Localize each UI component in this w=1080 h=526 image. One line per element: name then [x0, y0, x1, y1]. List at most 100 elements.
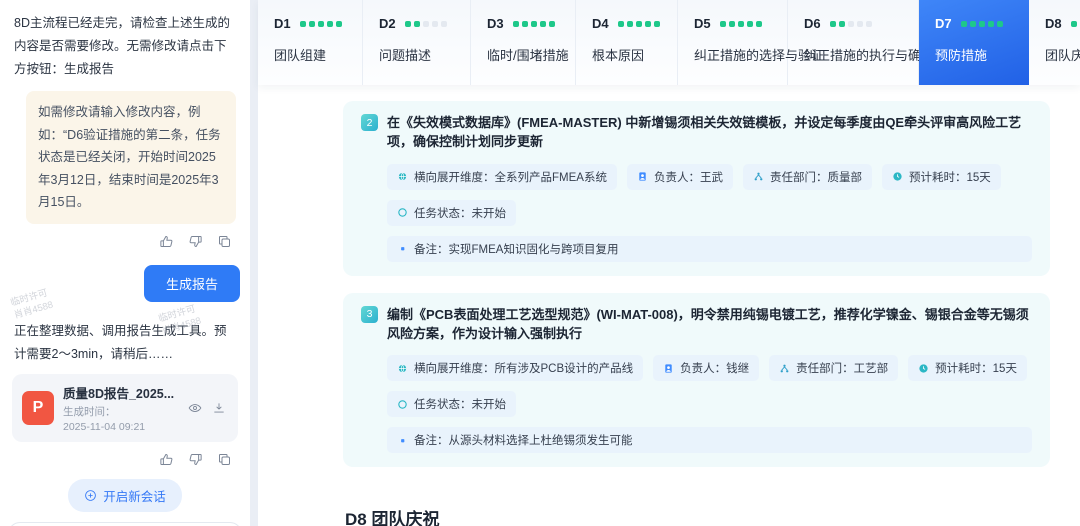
progress-dot: [413, 20, 420, 27]
task-title: 编制《PCB表面处理工艺选型规范》(WI-MAT-008)，明令禁用纯锡电镀工艺…: [387, 306, 1029, 341]
progress-dot: [299, 20, 306, 27]
progress-dots: [617, 20, 660, 27]
progress-dot: [719, 20, 726, 27]
report-file-card[interactable]: P 质量8D报告_2025... 生成时间： 2025-11-04 09:21: [12, 374, 238, 443]
app-window: 8D主流程已经走完，请检查上述生成的内容是否需要修改。无需修改请点击下方按钮：生…: [0, 0, 1080, 526]
progress-dot: [512, 20, 519, 27]
tab-id: D8: [1045, 16, 1062, 31]
progress-dots: [404, 20, 447, 27]
progress-dots: [829, 20, 872, 27]
progress-dot: [308, 20, 315, 27]
task-title: 在《失效模式数据库》(FMEA-MASTER) 中新增锡须相关失效链模板，并设定…: [387, 115, 1022, 149]
progress-dot: [530, 20, 537, 27]
department-icon: [779, 363, 790, 374]
content-area: 2 在《失效模式数据库》(FMEA-MASTER) 中新增锡须相关失效链模板，并…: [258, 85, 1080, 526]
assistant-message: 8D主流程已经走完，请检查上述生成的内容是否需要修改。无需修改请点击下方按钮：生…: [14, 16, 230, 77]
file-meta: 质量8D报告_2025... 生成时间： 2025-11-04 09:21: [63, 383, 179, 433]
generate-report-button[interactable]: 生成报告: [143, 264, 240, 302]
tag-text: 负责人：王武: [653, 171, 723, 184]
status-icon: [397, 399, 408, 410]
thumbs-up-icon[interactable]: [159, 234, 174, 249]
tag-row: 横向展开维度：所有涉及PCB设计的产品线 负责人：钱继 责任部门：工艺部 预计耗…: [387, 355, 1032, 418]
assistant-progress-message: 正在整理数据、调用报告生成工具。预计需要2～3min，请稍后……: [14, 323, 227, 361]
progress-dot: [737, 20, 744, 27]
tab-id: D6: [804, 16, 821, 31]
department-icon: [753, 171, 764, 182]
file-time-value: 2025-11-04 09:21: [63, 421, 146, 434]
progress-dot: [431, 20, 438, 27]
tab-label: 纠正措施的执行与确认: [804, 48, 935, 63]
progress-dot: [548, 20, 555, 27]
tab-d3[interactable]: D3 临时/围堵措施: [471, 0, 576, 85]
file-time-label: 生成时间：: [63, 406, 116, 419]
modification-hint-box: 如需修改请输入修改内容，例如：“D6验证措施的第二条，任务状态是已经关闭，开始时…: [26, 91, 236, 224]
progress-dot: [317, 20, 324, 27]
task-tag: 预计耗时：15天: [881, 163, 1001, 190]
tab-label: 根本原因: [592, 48, 645, 63]
task-note-tag: 备注：实现FMEA知识固化与跨项目复用: [387, 235, 1032, 262]
progress-dot: [865, 20, 872, 27]
task-card: 2 在《失效模式数据库》(FMEA-MASTER) 中新增锡须相关失效链模板，并…: [343, 101, 1050, 276]
tag-text: 预计耗时：15天: [908, 171, 991, 184]
thumbs-down-icon[interactable]: [188, 234, 203, 249]
progress-dot: [653, 20, 660, 27]
preview-eye-icon[interactable]: [188, 401, 202, 415]
duration-icon: [892, 171, 903, 182]
progress-dot: [626, 20, 633, 27]
tab-d4[interactable]: D4 根本原因: [576, 0, 678, 85]
task-tag: 责任部门：质量部: [742, 163, 872, 190]
progress-dot: [617, 20, 624, 27]
tab-label: 纠正措施的选择与验证: [694, 48, 825, 63]
progress-dot: [829, 20, 836, 27]
main-panel: D1 团队组建 D2 问题描述 D3 临时/围堵措施 D4 根本原因 D5 纠正措施的选…: [258, 0, 1080, 526]
task-number-badge: 3: [361, 305, 378, 323]
task-number-badge: 2: [361, 114, 378, 131]
tab-d7[interactable]: D7 预防措施: [919, 0, 1029, 85]
dimension-icon: [397, 363, 408, 374]
note-icon: [397, 435, 408, 446]
chat-input-box: [8, 522, 242, 526]
progress-dot: [1070, 20, 1077, 27]
task-card: 3 编制《PCB表面处理工艺选型规范》(WI-MAT-008)，明令禁用纯锡电镀…: [343, 292, 1050, 468]
tag-text: 横向展开维度：所有涉及PCB设计的产品线: [414, 363, 634, 376]
download-icon[interactable]: [212, 401, 226, 415]
progress-dots: [512, 20, 555, 27]
owner-icon: [663, 363, 674, 374]
d-step-tabbar: D1 团队组建 D2 问题描述 D3 临时/围堵措施 D4 根本原因 D5 纠正措施的选…: [258, 0, 1080, 85]
duration-icon: [918, 363, 929, 374]
task-tag: 负责人：钱继: [653, 355, 760, 382]
progress-dot: [856, 20, 863, 27]
tab-label: 团队庆祝: [1045, 48, 1080, 63]
thumbs-up-icon[interactable]: [159, 452, 174, 467]
copy-icon[interactable]: [217, 234, 232, 249]
new-session-label: 开启新会话: [103, 490, 166, 505]
status-icon: [397, 207, 408, 218]
task-tag: 任务状态：未开始: [387, 199, 516, 226]
tab-d2[interactable]: D2 问题描述: [363, 0, 471, 85]
tab-d8[interactable]: D8 团队庆祝: [1029, 0, 1080, 85]
tag-text: 预计耗时：15天: [935, 363, 1017, 376]
task-list: 2 在《失效模式数据库》(FMEA-MASTER) 中新增锡须相关失效链模板，并…: [343, 101, 1050, 468]
copy-icon[interactable]: [217, 452, 232, 467]
tag-text: 负责人：钱继: [680, 363, 750, 376]
tag-text: 责任部门：质量部: [769, 171, 862, 184]
tab-id: D7: [935, 16, 952, 31]
tab-d5[interactable]: D5 纠正措施的选择与验证: [678, 0, 825, 85]
progress-dot: [987, 20, 994, 27]
plus-circle-icon: [85, 490, 97, 501]
new-session-button[interactable]: 开启新会话: [68, 479, 182, 513]
file-actions: [188, 401, 228, 415]
task-tag: 任务状态：未开始: [387, 391, 516, 418]
tab-id: D3: [487, 16, 504, 31]
progress-dot: [521, 20, 528, 27]
progress-dot: [335, 20, 342, 27]
tab-d1[interactable]: D1 团队组建: [258, 0, 363, 85]
tag-text: 责任部门：工艺部: [796, 363, 889, 376]
progress-dot: [404, 20, 411, 27]
tab-d6[interactable]: D6 纠正措施的执行与确认: [788, 0, 935, 85]
progress-dot: [838, 20, 845, 27]
pdf-file-icon: P: [22, 391, 54, 426]
progress-dot: [755, 20, 762, 27]
thumbs-down-icon[interactable]: [188, 452, 203, 467]
tag-row: 横向展开维度：全系列产品FMEA系统 负责人：王武 责任部门：质量部 预计耗时：…: [387, 163, 1032, 226]
